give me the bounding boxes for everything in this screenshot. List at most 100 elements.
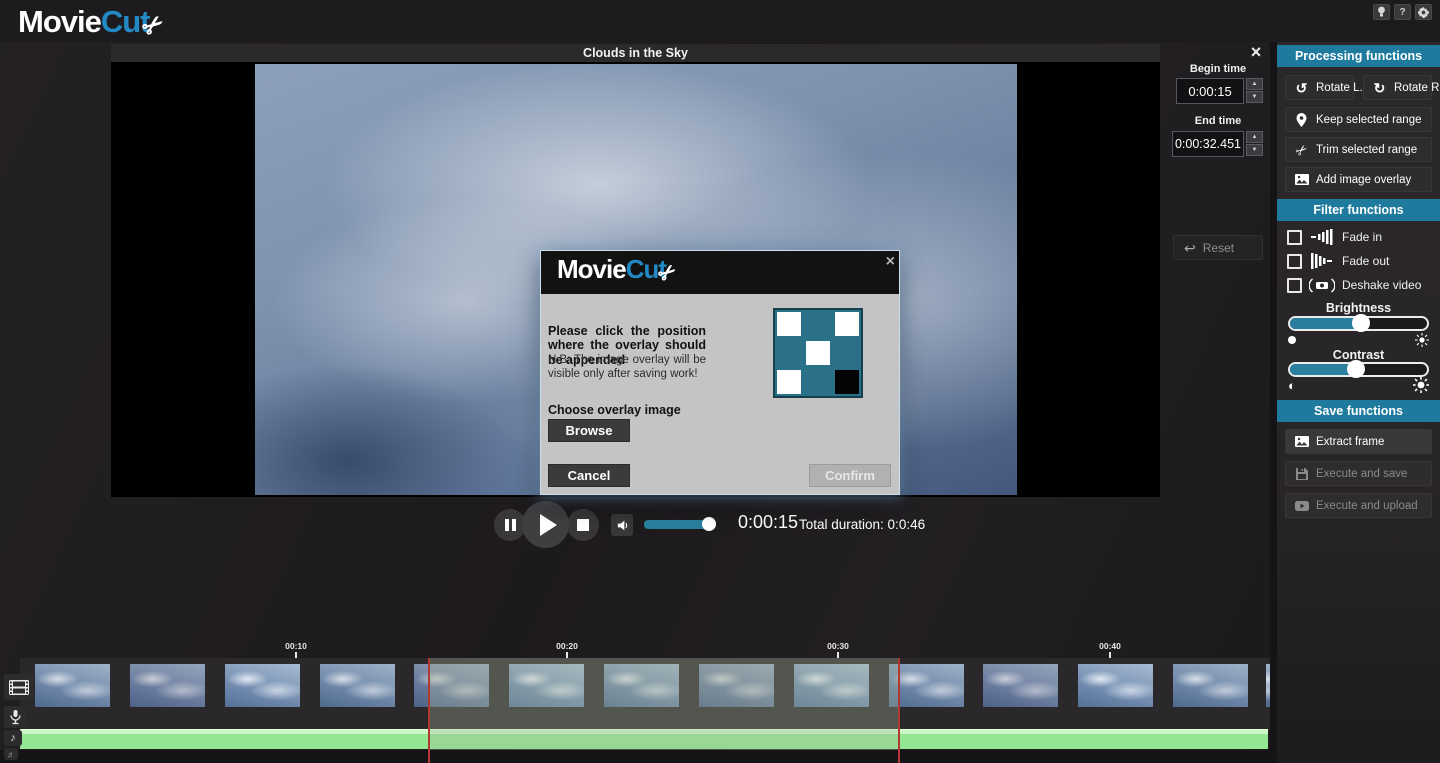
mute-button[interactable] [611,514,633,536]
audio-track[interactable] [20,729,1268,749]
selection-begin-handle[interactable] [428,658,430,763]
help-button[interactable]: ? [1394,4,1411,20]
volume-slider[interactable] [644,520,716,529]
cancel-button[interactable]: Cancel [548,464,630,487]
time-marker: 00:40 [1093,641,1127,651]
brightness-slider-thumb[interactable] [1352,314,1370,332]
execute-and-save-button[interactable]: Execute and save [1285,461,1432,486]
timeline-thumbnail[interactable] [35,664,110,707]
contrast-slider-thumb[interactable] [1347,360,1365,378]
add-image-overlay-button[interactable]: Add image overlay [1285,167,1432,192]
stop-button[interactable] [567,509,599,541]
overlay-position-grid [773,308,863,398]
fade-out-checkbox[interactable] [1287,254,1302,269]
keep-selected-range-button[interactable]: Keep selected range [1285,107,1432,132]
frame-icon [1294,436,1309,447]
image-overlay-dialog: MovieCut✂ × Please click the position wh… [541,251,899,494]
dim-dot-icon [1288,336,1296,344]
timeline-thumbnail[interactable] [604,664,679,707]
speaker-icon [616,519,629,532]
rotate-right-button[interactable]: ↻ Rotate R. [1363,75,1432,100]
position-cell-bottom-left[interactable] [775,367,804,396]
microphone-icon [10,710,21,725]
timeline-thumbnail[interactable] [1266,664,1270,707]
record-voice-button[interactable] [4,706,26,728]
confirm-button[interactable]: Confirm [809,464,891,487]
deshake-label: Deshake video [1342,278,1421,292]
timeline-thumbnail[interactable] [699,664,774,707]
begin-step-down-button[interactable]: ▼ [1246,91,1263,103]
deshake-checkbox[interactable] [1287,278,1302,293]
contrast-slider[interactable] [1288,362,1429,377]
timeline-thumbnail[interactable] [1078,664,1153,707]
end-step-down-button[interactable]: ▼ [1246,144,1263,156]
video-track-button[interactable] [4,674,34,700]
timeline-thumbnail[interactable] [794,664,869,707]
position-cell-center[interactable] [804,339,833,368]
execute-and-save-label: Execute and save [1316,468,1407,480]
gear-icon [1418,7,1429,18]
begin-time-input[interactable] [1176,78,1244,104]
fade-out-icon [1302,253,1342,269]
play-icon [540,514,557,536]
choose-overlay-label: Choose overlay image [548,403,681,417]
pause-icon [505,519,516,531]
tips-button[interactable] [1373,4,1390,20]
timeline-thumbnail[interactable] [509,664,584,707]
position-cell-middle-left[interactable] [775,339,804,368]
position-cell-middle-right[interactable] [832,339,861,368]
fade-out-row: Fade out [1287,252,1389,270]
sun-icon [1415,333,1429,347]
functions-panel: Processing functions ↺ Rotate L. ↻ Rotat… [1277,42,1440,763]
music-notes-icon: ♬ [7,750,15,759]
fade-in-label: Fade in [1342,230,1382,244]
rotate-left-button[interactable]: ↺ Rotate L. [1285,75,1354,100]
execute-and-upload-button[interactable]: Execute and upload [1285,493,1432,518]
fade-in-checkbox[interactable] [1287,230,1302,245]
position-cell-top-right[interactable] [832,310,861,339]
fade-out-label: Fade out [1342,254,1389,268]
timeline-thumbnail[interactable] [320,664,395,707]
keep-selected-range-label: Keep selected range [1316,114,1422,126]
titlebar: MovieCut✂ ? [0,0,1440,42]
timeline-thumbnail[interactable] [414,664,489,707]
dialog-close-icon[interactable]: × [886,253,895,271]
timeline-thumbnail[interactable] [225,664,300,707]
brightness-slider[interactable] [1288,316,1429,331]
begin-step-up-button[interactable]: ▲ [1246,78,1263,90]
app-logo: MovieCut✂ [18,4,162,41]
browse-button[interactable]: Browse [548,419,630,442]
timeline-thumbnail[interactable] [889,664,964,707]
music-note-icon: ♪ [10,732,16,744]
trim-selected-range-button[interactable]: ✂ Trim selected range [1285,137,1432,162]
position-cell-top-left[interactable] [775,310,804,339]
play-button[interactable] [522,501,569,548]
close-range-panel-icon[interactable]: × [1246,42,1266,62]
end-step-up-button[interactable]: ▲ [1246,131,1263,143]
deshake-icon [1302,278,1342,293]
time-marker: 00:20 [550,641,584,651]
music-track-button[interactable]: ♬ [4,748,18,760]
reset-button[interactable]: ↩ Reset [1173,235,1263,260]
add-music-button[interactable]: ♪ [4,730,22,746]
youtube-icon [1294,501,1309,511]
settings-button[interactable] [1415,4,1432,20]
pin-icon [1294,113,1309,127]
selection-end-handle[interactable] [898,658,900,763]
timeline-thumbnail[interactable] [983,664,1058,707]
end-time-input[interactable] [1172,131,1244,157]
panel-divider [1270,42,1277,763]
begin-time-stepper: ▲ ▼ [1246,78,1263,104]
timeline-thumbnail[interactable] [130,664,205,707]
current-time: 0:00:15 [738,512,798,533]
save-functions-header: Save functions [1277,400,1440,422]
dialog-logo-movie: Movie [557,254,626,284]
timeline-thumbnail[interactable] [1173,664,1248,707]
dialog-logo: MovieCut✂ [557,254,676,286]
volume-slider-thumb[interactable] [702,517,716,531]
extract-frame-label: Extract frame [1316,436,1384,448]
position-cell-bottom-right[interactable] [832,367,861,396]
extract-frame-button[interactable]: Extract frame [1285,429,1432,454]
position-cell-top-center[interactable] [804,310,833,339]
position-cell-bottom-center[interactable] [804,367,833,396]
